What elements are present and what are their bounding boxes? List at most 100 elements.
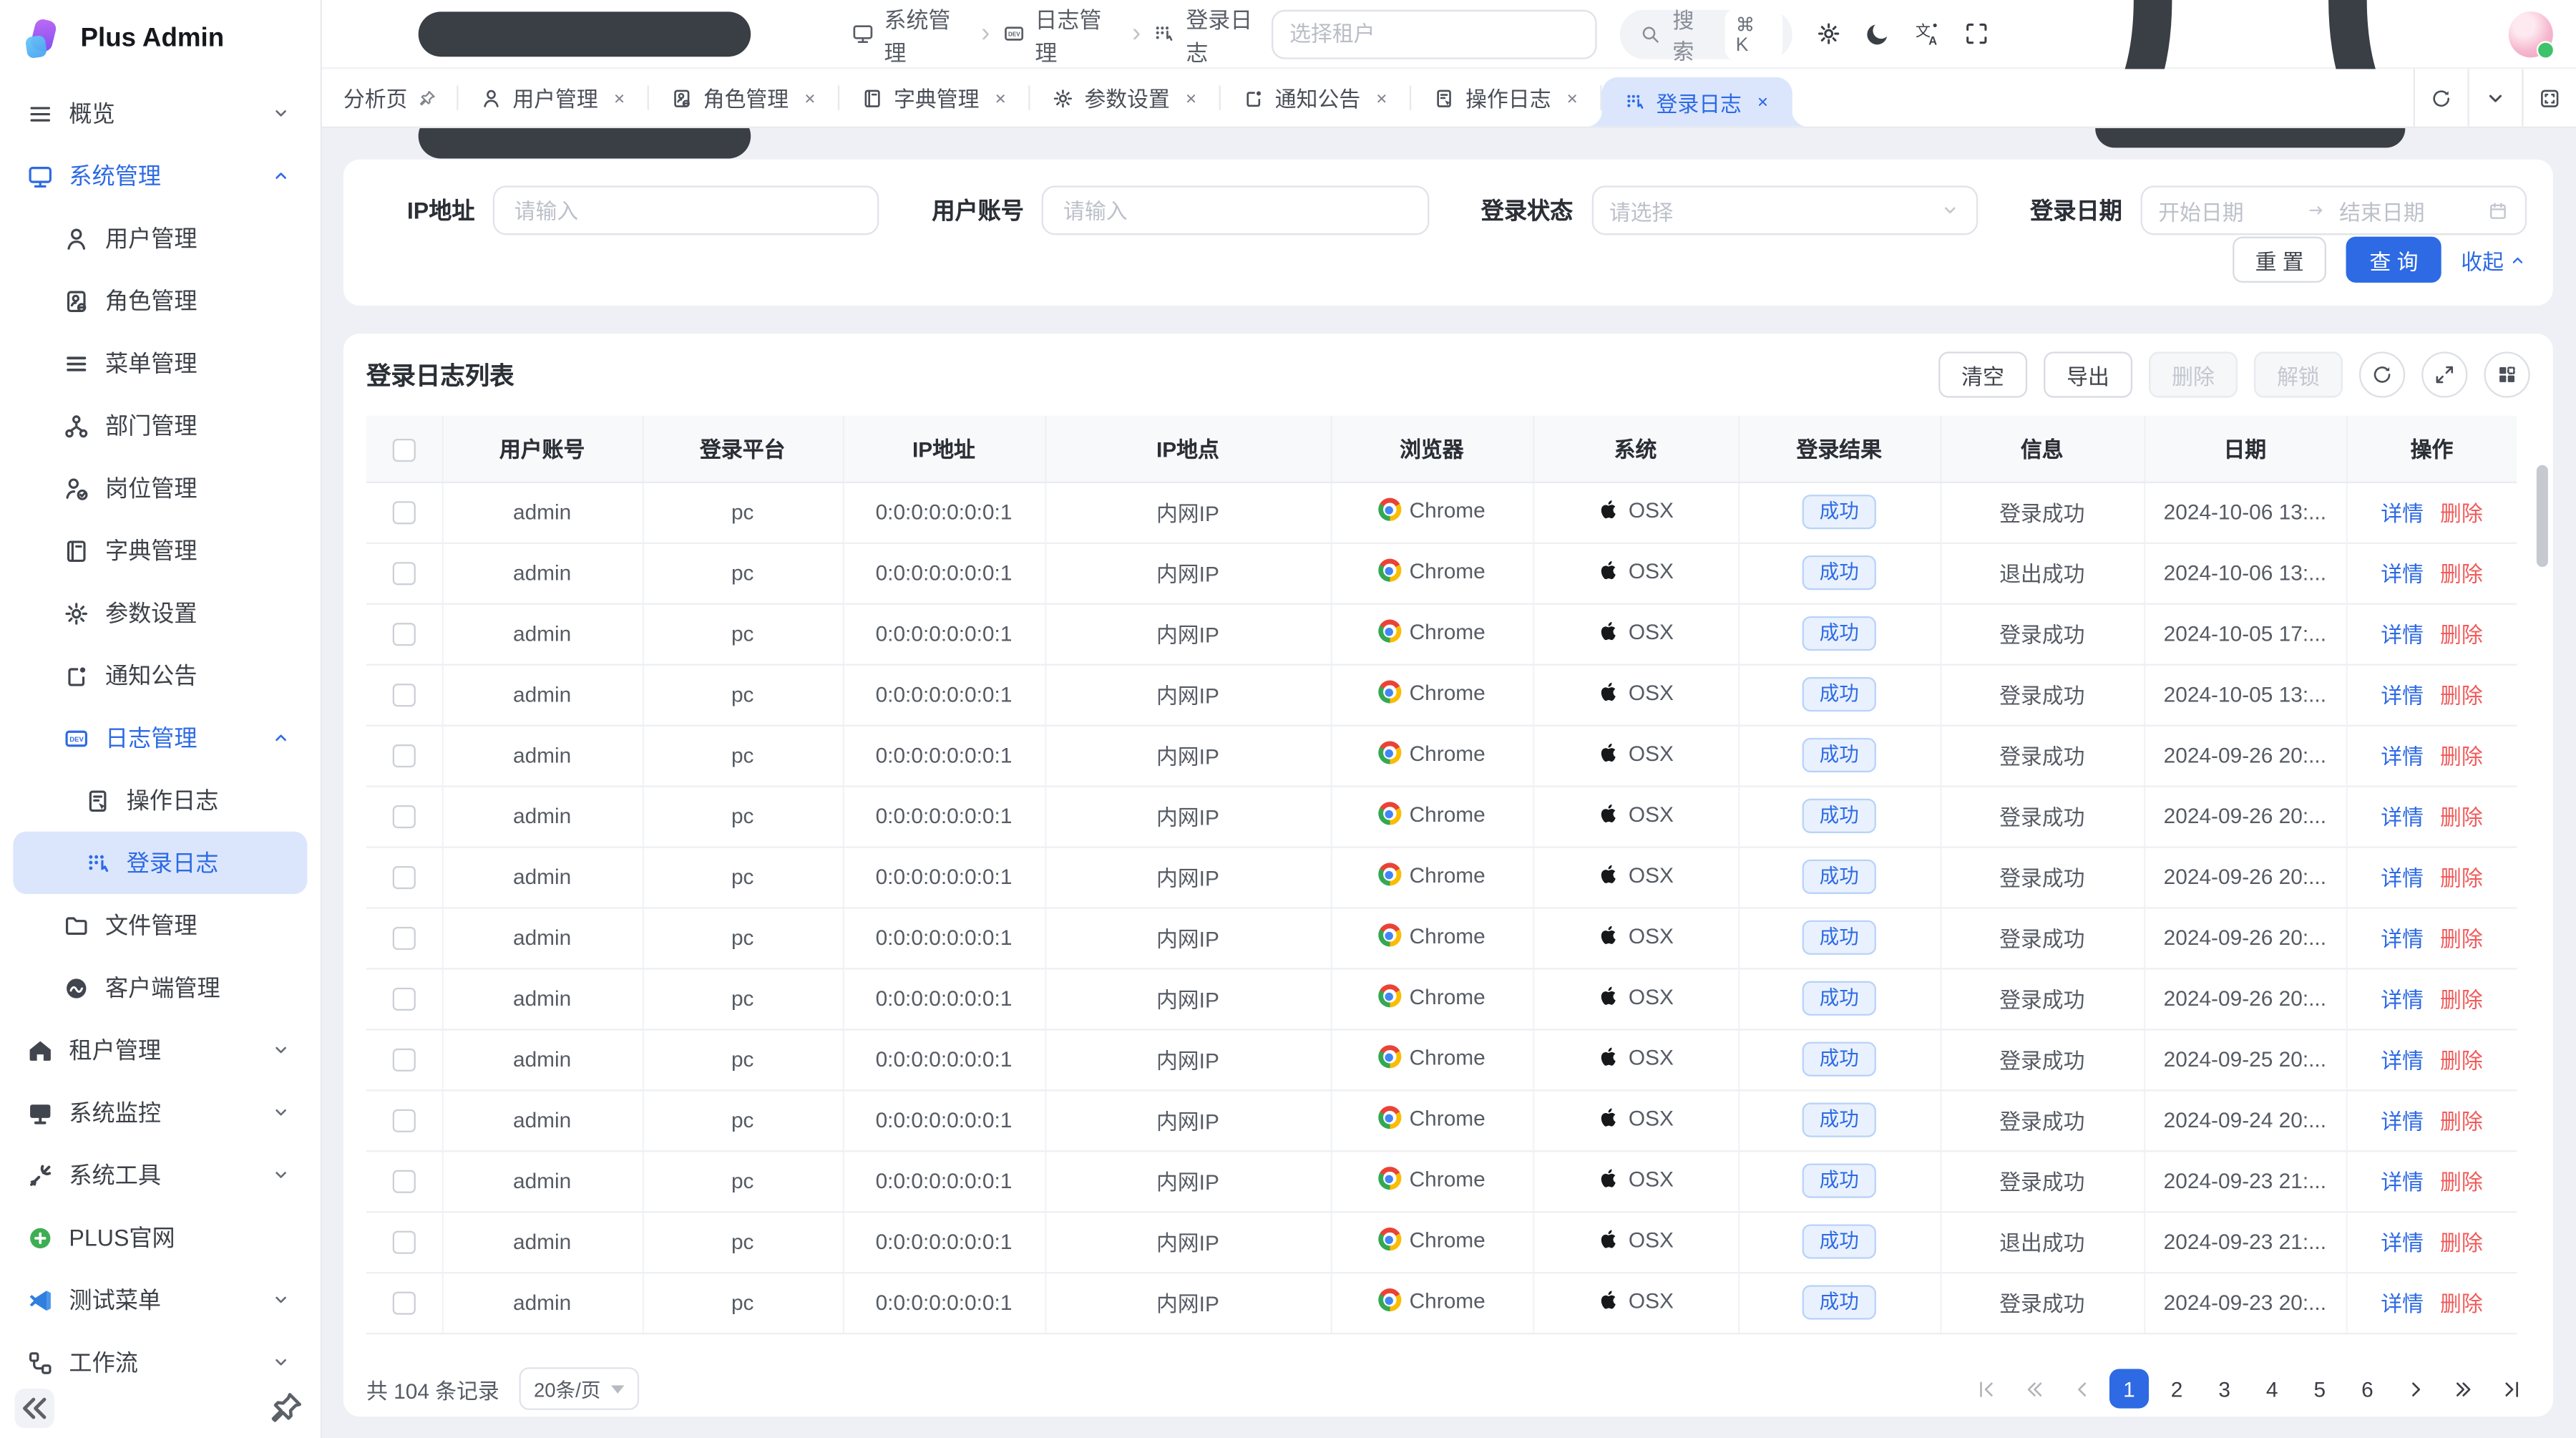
account-input[interactable] — [1060, 196, 1410, 224]
page-button-6[interactable]: 6 — [2348, 1369, 2387, 1408]
next-group-button[interactable] — [2443, 1369, 2482, 1408]
sidebar-item-dictionary-book[interactable]: 字典管理 — [13, 520, 307, 582]
user-avatar[interactable] — [2509, 11, 2553, 57]
page-button-4[interactable]: 4 — [2253, 1369, 2292, 1408]
collapse-sidebar-button[interactable] — [15, 1389, 54, 1428]
column-settings-button[interactable] — [2484, 351, 2529, 397]
tab-登录日志[interactable]: 登录日志 — [1602, 77, 1792, 127]
date-range-picker[interactable]: 开始日期 结束日期 — [2140, 185, 2527, 235]
fullscreen-icon[interactable] — [1964, 20, 1991, 48]
tab-menu-button[interactable] — [2467, 69, 2522, 126]
detail-link[interactable]: 详情 — [2381, 805, 2424, 830]
reset-button[interactable]: 重 置 — [2233, 237, 2327, 283]
delete-link[interactable]: 删除 — [2440, 1049, 2483, 1073]
refresh-table-button[interactable] — [2359, 351, 2405, 397]
row-checkbox[interactable] — [392, 1109, 415, 1132]
close-icon[interactable] — [1755, 94, 1771, 110]
expand-table-button[interactable] — [2421, 351, 2467, 397]
status-select[interactable]: 请选择 — [1591, 185, 1978, 235]
delete-link[interactable]: 删除 — [2440, 1292, 2483, 1316]
tab-操作日志[interactable]: 操作日志 — [1411, 69, 1601, 126]
breadcrumb-item[interactable]: DEV日志管理 — [1001, 1, 1121, 67]
sidebar-item-user[interactable]: 用户管理 — [13, 207, 307, 269]
next-page-button[interactable] — [2395, 1369, 2434, 1408]
settings-gear-icon[interactable] — [1815, 20, 1841, 48]
tab-角色管理[interactable]: 角色管理 — [649, 69, 839, 126]
collapse-filter-link[interactable]: 收起 — [2461, 244, 2527, 276]
prev-page-button[interactable] — [2062, 1369, 2101, 1408]
delete-link[interactable]: 删除 — [2440, 805, 2483, 830]
ip-input[interactable] — [511, 196, 862, 224]
close-icon[interactable] — [992, 89, 1009, 106]
sidebar-item-home[interactable]: 租户管理 — [13, 1019, 307, 1081]
sidebar-item-announcement[interactable]: 通知公告 — [13, 644, 307, 706]
first-page-button[interactable] — [1966, 1369, 2006, 1408]
row-checkbox[interactable] — [392, 684, 415, 707]
delete-link[interactable]: 删除 — [2440, 501, 2483, 525]
delete-link[interactable]: 删除 — [2440, 866, 2483, 890]
pin-sidebar-button[interactable] — [266, 1389, 306, 1428]
sidebar-item-menu-lines[interactable]: 菜单管理 — [13, 332, 307, 394]
row-checkbox[interactable] — [392, 623, 415, 646]
table-scrollbar-thumb[interactable] — [2537, 465, 2548, 567]
toolbar-button-清空[interactable]: 清空 — [1938, 351, 2027, 397]
detail-link[interactable]: 详情 — [2381, 501, 2424, 525]
detail-link[interactable]: 详情 — [2381, 684, 2424, 708]
row-checkbox[interactable] — [392, 1170, 415, 1193]
sidebar-item-params-gear[interactable]: 参数设置 — [13, 582, 307, 644]
translate-icon[interactable]: 文A — [1914, 20, 1941, 48]
page-button-1[interactable]: 1 — [2109, 1369, 2149, 1408]
row-checkbox[interactable] — [392, 563, 415, 586]
sidebar-item-operation-log[interactable]: 操作日志 — [13, 769, 307, 831]
sidebar-item-login-log[interactable]: 登录日志 — [13, 832, 307, 894]
close-icon[interactable] — [802, 89, 819, 106]
delete-link[interactable]: 删除 — [2440, 1109, 2483, 1134]
detail-link[interactable]: 详情 — [2381, 1049, 2424, 1073]
page-button-3[interactable]: 3 — [2205, 1369, 2244, 1408]
query-button[interactable]: 查 询 — [2346, 237, 2441, 283]
pin-icon[interactable] — [417, 88, 437, 108]
detail-link[interactable]: 详情 — [2381, 1231, 2424, 1255]
delete-link[interactable]: 删除 — [2440, 562, 2483, 586]
row-checkbox[interactable] — [392, 502, 415, 525]
sidebar-item-dev-box[interactable]: DEV日志管理 — [13, 706, 307, 769]
detail-link[interactable]: 详情 — [2381, 927, 2424, 951]
detail-link[interactable]: 详情 — [2381, 988, 2424, 1012]
row-checkbox[interactable] — [392, 806, 415, 829]
sidebar-item-overview[interactable]: 概览 — [13, 82, 307, 145]
delete-link[interactable]: 删除 — [2440, 684, 2483, 708]
detail-link[interactable]: 详情 — [2381, 866, 2424, 890]
prev-group-button[interactable] — [2014, 1369, 2054, 1408]
sidebar-item-post-user[interactable]: 岗位管理 — [13, 457, 307, 519]
delete-link[interactable]: 删除 — [2440, 1231, 2483, 1255]
detail-link[interactable]: 详情 — [2381, 623, 2424, 647]
detail-link[interactable]: 详情 — [2381, 562, 2424, 586]
sidebar-item-plus-circle[interactable]: PLUS官网 — [13, 1206, 307, 1268]
delete-link[interactable]: 删除 — [2440, 1170, 2483, 1195]
sidebar-item-vscode[interactable]: 测试菜单 — [13, 1268, 307, 1331]
page-button-2[interactable]: 2 — [2157, 1369, 2197, 1408]
close-icon[interactable] — [1374, 89, 1390, 106]
tenant-select-input[interactable] — [1272, 9, 1597, 59]
row-checkbox[interactable] — [392, 745, 415, 768]
page-button-5[interactable]: 5 — [2300, 1369, 2339, 1408]
row-checkbox[interactable] — [392, 867, 415, 890]
global-search-button[interactable]: 搜索 ⌘ K — [1620, 9, 1792, 59]
page-size-select[interactable]: 20条/页 — [519, 1367, 638, 1410]
sidebar-item-monitor-filled[interactable]: 系统监控 — [13, 1082, 307, 1144]
delete-link[interactable]: 删除 — [2440, 927, 2483, 951]
detail-link[interactable]: 详情 — [2381, 1109, 2424, 1134]
content-fullscreen-button[interactable] — [2522, 69, 2576, 126]
row-checkbox[interactable] — [392, 1292, 415, 1315]
breadcrumb-item[interactable]: 登录日志 — [1152, 1, 1272, 67]
sidebar-item-org-tree[interactable]: 部门管理 — [13, 394, 307, 457]
sidebar-item-monitor[interactable]: 系统管理 — [13, 145, 307, 207]
dark-mode-moon-icon[interactable] — [1864, 20, 1890, 48]
sidebar-item-client[interactable]: 客户端管理 — [13, 956, 307, 1019]
sidebar-item-tools[interactable]: 系统工具 — [13, 1144, 307, 1206]
tab-分析页[interactable]: 分析页 — [322, 69, 459, 126]
refresh-tab-button[interactable] — [2414, 69, 2468, 126]
detail-link[interactable]: 详情 — [2381, 744, 2424, 769]
close-icon[interactable] — [1564, 89, 1581, 106]
row-checkbox[interactable] — [392, 928, 415, 951]
